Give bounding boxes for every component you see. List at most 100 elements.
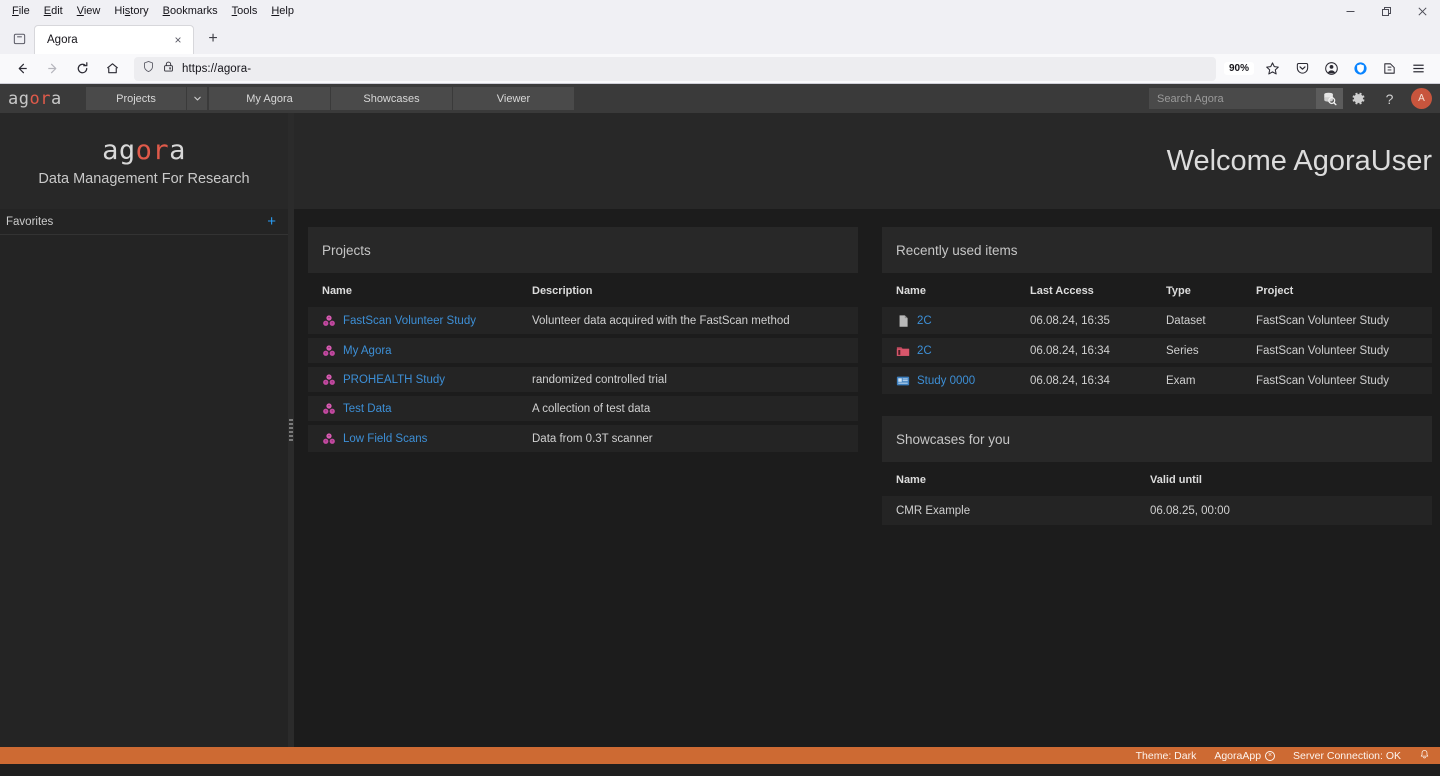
reload-icon[interactable] — [68, 56, 96, 82]
bookmark-star-icon[interactable] — [1258, 56, 1286, 82]
back-icon[interactable] — [8, 56, 36, 82]
recent-link[interactable]: Study 0000 — [917, 375, 975, 387]
menu-file[interactable]: File — [6, 4, 36, 19]
search-box — [1149, 88, 1343, 109]
browser-tab[interactable]: Agora × — [34, 25, 194, 54]
nav-tab-projects[interactable]: Projects — [86, 87, 186, 110]
project-link[interactable]: Test Data — [343, 403, 392, 415]
add-favorite-button[interactable]: + — [267, 214, 276, 229]
gear-icon[interactable] — [1343, 84, 1374, 113]
table-row[interactable]: 2C 06.08.24, 16:35 Dataset FastScan Volu… — [882, 307, 1432, 336]
nav-tab-viewer[interactable]: Viewer — [453, 87, 574, 110]
column-header-name[interactable]: Name — [308, 273, 518, 307]
table-row[interactable]: 2C 06.08.24, 16:34 Series FastScan Volun… — [882, 334, 1432, 365]
table-row[interactable]: Test Data A collection of test data — [308, 392, 858, 423]
projects-table: Name Description FastScan Volunteer Stud… — [308, 273, 858, 452]
recent-link[interactable]: 2C — [917, 345, 932, 357]
browser-chrome: File Edit View History Bookmarks Tools H… — [0, 0, 1440, 84]
column-header-valid-until[interactable]: Valid until — [1136, 462, 1432, 496]
menu-view[interactable]: View — [71, 4, 107, 19]
recent-link[interactable]: 2C — [917, 315, 932, 327]
lock-warning-icon[interactable] — [162, 60, 175, 78]
list-all-tabs-icon[interactable] — [4, 23, 34, 53]
nav-tab-my-agora[interactable]: My Agora — [209, 87, 330, 110]
table-row[interactable]: FastScan Volunteer Study Volunteer data … — [308, 307, 858, 336]
column-header-name[interactable]: Name — [882, 462, 1136, 496]
table-row[interactable]: Low Field Scans Data from 0.3T scanner — [308, 421, 858, 452]
recent-items-table: Name Last Access Type Project 2C 06.08.2… — [882, 273, 1432, 394]
close-icon[interactable]: × — [169, 31, 187, 49]
column-header-type[interactable]: Type — [1152, 273, 1242, 307]
close-icon[interactable]: × — [1265, 750, 1276, 761]
column-header-last-access[interactable]: Last Access — [1016, 273, 1152, 307]
avatar[interactable]: A — [1411, 88, 1432, 109]
close-button[interactable] — [1404, 0, 1440, 22]
recent-name-cell[interactable]: Study 0000 — [882, 363, 1016, 394]
project-icon — [322, 402, 336, 416]
tracking-protection-shield-icon[interactable] — [142, 60, 155, 78]
menu-tools[interactable]: Tools — [226, 4, 264, 19]
right-column: Recently used items Name Last Access Typ… — [882, 227, 1432, 747]
recent-items-panel: Recently used items Name Last Access Typ… — [882, 227, 1432, 394]
search-database-icon[interactable] — [1316, 88, 1343, 109]
home-icon[interactable] — [98, 56, 126, 82]
nav-tab-showcases[interactable]: Showcases — [331, 87, 452, 110]
showcases-panel: Showcases for you Name Valid until CMR E… — [882, 416, 1432, 525]
url-bar[interactable]: https://agora- — [134, 56, 1216, 81]
table-header-row: Name Last Access Type Project — [882, 273, 1432, 307]
project-link[interactable]: FastScan Volunteer Study — [343, 315, 476, 327]
project-name-cell[interactable]: My Agora — [308, 334, 518, 365]
menu-help[interactable]: Help — [265, 4, 300, 19]
shield-icon[interactable] — [1346, 56, 1374, 82]
table-row[interactable]: PROHEALTH Study randomized controlled tr… — [308, 363, 858, 394]
menu-edit[interactable]: Edit — [38, 4, 69, 19]
recent-project-cell[interactable]: FastScan Volunteer Study — [1242, 334, 1432, 365]
project-link[interactable]: My Agora — [343, 345, 392, 357]
status-app[interactable]: AgoraApp × — [1214, 750, 1276, 762]
page-title: Welcome AgoraUser — [1166, 144, 1432, 177]
recent-project-cell[interactable]: FastScan Volunteer Study — [1242, 363, 1432, 394]
project-name-cell[interactable]: Test Data — [308, 392, 518, 423]
project-link[interactable]: PROHEALTH Study — [343, 374, 445, 386]
column-header-name[interactable]: Name — [882, 273, 1016, 307]
zoom-level-badge[interactable]: 90% — [1223, 62, 1254, 75]
project-name-cell[interactable]: PROHEALTH Study — [308, 363, 518, 394]
recent-name-cell[interactable]: 2C — [882, 334, 1016, 365]
app-header-right: ? A — [1149, 84, 1432, 113]
search-input[interactable] — [1149, 88, 1316, 109]
menu-icon[interactable] — [1404, 56, 1432, 82]
app-logo[interactable]: agora — [0, 89, 86, 109]
account-icon[interactable] — [1317, 56, 1345, 82]
project-link[interactable]: Low Field Scans — [343, 433, 427, 445]
showcase-link[interactable]: CMR Example — [882, 496, 1136, 525]
browser-menubar: File Edit View History Bookmarks Tools H… — [0, 0, 1440, 22]
bell-icon[interactable] — [1419, 749, 1430, 763]
sidebar-section-favorites[interactable]: Favorites + — [0, 209, 288, 235]
forward-icon[interactable] — [38, 56, 66, 82]
minimize-button[interactable] — [1332, 0, 1368, 22]
project-icon — [322, 373, 336, 387]
left-column: Projects Name Description FastScan Volun… — [308, 227, 858, 747]
help-icon[interactable]: ? — [1374, 84, 1405, 113]
sidebar-logo: agora — [102, 135, 186, 166]
pocket-icon[interactable] — [1288, 56, 1316, 82]
extensions-icon[interactable] — [1375, 56, 1403, 82]
status-theme[interactable]: Theme: Dark — [1136, 750, 1197, 762]
project-name-cell[interactable]: Low Field Scans — [308, 421, 518, 452]
recent-project-cell[interactable]: FastScan Volunteer Study — [1242, 307, 1432, 336]
new-tab-button[interactable]: + — [200, 26, 226, 52]
browser-toolbar-icons — [1288, 56, 1432, 82]
table-row[interactable]: Study 0000 06.08.24, 16:34 Exam FastScan… — [882, 363, 1432, 394]
menu-history[interactable]: History — [108, 4, 154, 19]
chevron-down-icon[interactable] — [186, 87, 207, 110]
nav-tab-group-projects: Projects — [86, 87, 207, 110]
column-header-project[interactable]: Project — [1242, 273, 1432, 307]
column-header-description[interactable]: Description — [518, 273, 858, 307]
app-body: agora Data Management For Research Favor… — [0, 113, 1440, 747]
project-name-cell[interactable]: FastScan Volunteer Study — [308, 307, 518, 336]
table-row[interactable]: CMR Example 06.08.25, 00:00 — [882, 496, 1432, 525]
recent-name-cell[interactable]: 2C — [882, 307, 1016, 336]
restore-button[interactable] — [1368, 0, 1404, 22]
menu-bookmarks[interactable]: Bookmarks — [157, 4, 224, 19]
table-row[interactable]: My Agora — [308, 334, 858, 365]
